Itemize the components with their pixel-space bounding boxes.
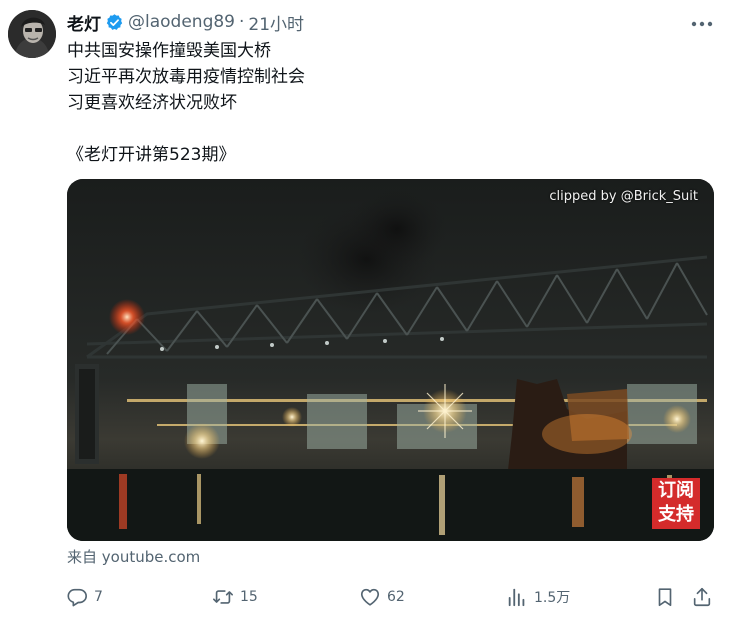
tweet-timestamp[interactable]: 21小时 xyxy=(248,10,304,35)
retweet-count: 15 xyxy=(240,589,258,605)
share-button[interactable] xyxy=(691,582,713,612)
author-name[interactable]: 老灯 xyxy=(67,10,101,35)
more-options-button[interactable] xyxy=(684,10,720,38)
subscribe-badge-line: 支持 xyxy=(658,504,694,525)
separator-dot: · xyxy=(239,12,245,32)
share-icon xyxy=(693,587,711,607)
tweet-line: 中共国安操作撞毁美国大桥 xyxy=(67,41,271,61)
tweet-header: 老灯 @laodeng89 · 21小时 xyxy=(67,9,304,35)
reply-count: 7 xyxy=(94,589,103,605)
video-media[interactable]: clipped by @Brick_Suit 订阅 支持 xyxy=(67,179,714,541)
author-handle[interactable]: @laodeng89 xyxy=(128,12,235,32)
heart-icon xyxy=(360,588,380,606)
bookmark-icon xyxy=(658,588,672,607)
views-button[interactable]: 1.5万 xyxy=(506,582,570,612)
reply-icon xyxy=(67,588,87,607)
video-frame xyxy=(67,179,714,541)
link-source: 来自 youtube.com xyxy=(67,546,200,567)
reply-button[interactable]: 7 xyxy=(66,582,103,612)
tweet-text: 中共国安操作撞毁美国大桥 习近平再次放毒用疫情控制社会 习更喜欢经济状况败坏 《… xyxy=(67,38,707,168)
retweet-button[interactable]: 15 xyxy=(212,582,258,612)
bookmark-button[interactable] xyxy=(654,582,676,612)
source-prefix: 来自 xyxy=(67,548,102,566)
analytics-icon xyxy=(508,588,525,607)
retweet-icon xyxy=(213,590,233,604)
clip-attribution-label: clipped by @Brick_Suit xyxy=(549,189,698,204)
view-count: 1.5万 xyxy=(534,590,571,606)
tweet-line: 习更喜欢经济状况败坏 xyxy=(67,93,237,113)
action-bar: 7 15 62 1.5万 xyxy=(62,582,722,612)
like-count: 62 xyxy=(387,589,405,605)
subscribe-badge-line: 订阅 xyxy=(658,480,694,501)
like-button[interactable]: 62 xyxy=(359,582,405,612)
source-link[interactable]: youtube.com xyxy=(102,548,201,566)
tweet-line: 《老灯开讲第523期》 xyxy=(67,145,236,165)
verified-badge-icon xyxy=(105,13,124,32)
subscribe-badge: 订阅 支持 xyxy=(652,478,700,529)
avatar[interactable] xyxy=(8,10,56,58)
tweet-line: 习近平再次放毒用疫情控制社会 xyxy=(67,67,305,87)
more-icon xyxy=(691,21,713,27)
